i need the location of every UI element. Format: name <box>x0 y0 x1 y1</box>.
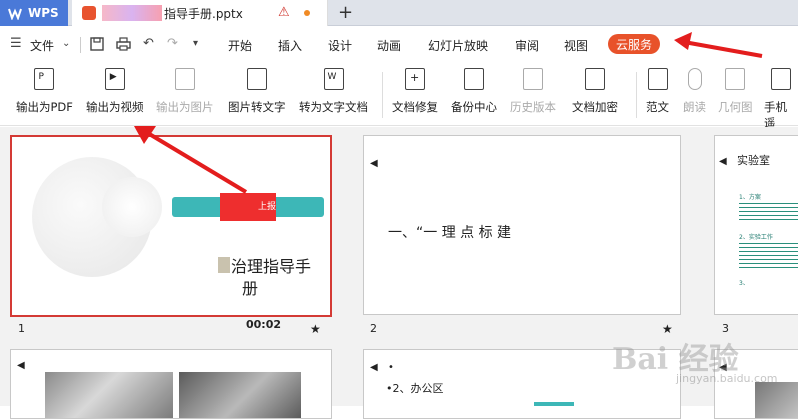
export-pdf-button[interactable]: P 输出为PDF <box>16 68 73 115</box>
print-icon[interactable] <box>116 37 131 51</box>
slide-text-lines <box>739 200 798 222</box>
export-image-label: 输出为图片 <box>156 100 214 114</box>
slide-bullet: • <box>388 362 394 373</box>
image-to-text-label: 图片转文字 <box>228 100 286 114</box>
undo-icon[interactable]: ↶ <box>143 36 154 51</box>
read-aloud-icon <box>687 68 702 90</box>
watermark-url: jingyan.baidu.com <box>676 372 778 385</box>
slide-thumbnail-3[interactable]: ◀ 实验室 1、方案 2、实验工作 3、 <box>714 135 798 315</box>
image-to-text-icon <box>246 68 267 90</box>
redacted-block <box>218 257 230 273</box>
redacted-title-part <box>102 5 162 21</box>
tab-view[interactable]: 视图 <box>564 37 588 54</box>
phone-remote-icon <box>771 68 791 90</box>
slide-photo <box>755 382 798 418</box>
export-image-icon <box>174 68 195 90</box>
doc-repair-button[interactable]: + 文档修复 <box>392 68 438 115</box>
doc-repair-label: 文档修复 <box>392 100 438 114</box>
export-video-icon: ▶ <box>104 68 125 90</box>
wps-label: WPS <box>28 6 59 20</box>
slide-text-lines <box>739 240 798 270</box>
template-button[interactable]: 范文 <box>646 68 669 115</box>
history-version-button[interactable]: 历史版本 <box>510 68 556 115</box>
animation-star-icon: ★ <box>310 322 321 336</box>
slide-duration: 00:02 <box>246 318 282 331</box>
convert-to-word-button[interactable]: W 转为文字文档 <box>299 68 368 115</box>
document-title: 指导手册.pptx <box>164 6 243 21</box>
slide-title: 治理指导手 <box>231 257 312 276</box>
export-video-label: 输出为视频 <box>86 100 144 114</box>
pptx-file-icon <box>82 6 96 20</box>
tab-start[interactable]: 开始 <box>228 37 252 54</box>
convert-to-word-label: 转为文字文档 <box>299 100 368 114</box>
convert-to-word-icon: W <box>323 68 344 90</box>
phone-remote-button[interactable]: 手机遥 <box>764 68 798 131</box>
template-label: 范文 <box>646 100 669 114</box>
doc-encrypt-button[interactable]: 文档加密 <box>572 68 618 115</box>
tab-insert[interactable]: 插入 <box>278 37 302 54</box>
tab-review[interactable]: 审阅 <box>515 37 539 54</box>
slide-photo <box>179 372 301 418</box>
doc-repair-icon: + <box>405 68 425 90</box>
backup-center-label: 备份中心 <box>451 100 497 114</box>
file-menu[interactable]: 文件 <box>30 37 54 54</box>
title-tab-bar: WPS 指导手册.pptx ⚠ + <box>0 0 798 26</box>
banner-text: 上报 <box>258 202 277 212</box>
tab-animation[interactable]: 动画 <box>377 37 401 54</box>
speaker-icon: ◀ <box>17 360 25 371</box>
tab-slideshow[interactable]: 幻灯片放映 <box>428 37 488 54</box>
chevron-down-icon[interactable]: ⌄ <box>62 38 70 49</box>
doc-encrypt-icon <box>585 68 605 90</box>
history-version-icon <box>523 68 543 90</box>
speaker-icon: ◀ <box>719 156 727 167</box>
ribbon-toolbar: P 输出为PDF ▶ 输出为视频 输出为图片 图片转文字 W 转为文字文档 + … <box>0 64 798 130</box>
doc-encrypt-label: 文档加密 <box>572 100 618 114</box>
backup-center-icon <box>464 68 484 90</box>
template-icon <box>647 68 668 90</box>
read-aloud-label: 朗读 <box>683 100 706 114</box>
image-to-text-button[interactable]: 图片转文字 <box>228 68 286 115</box>
export-video-button[interactable]: ▶ 输出为视频 <box>86 68 144 115</box>
menu-bar: ☰ 文件 ⌄ ↶ ↷ ▾ 开始 插入 设计 动画 幻灯片放映 审阅 视图 云服务 <box>0 26 798 64</box>
speaker-icon: ◀ <box>370 158 378 169</box>
slide-heading: 实验室 <box>737 154 770 167</box>
redo-icon[interactable]: ↷ <box>167 36 178 51</box>
unsaved-dot-icon <box>304 10 310 16</box>
export-pdf-icon: P <box>34 68 55 90</box>
slide-bullet: 3、 <box>739 280 749 287</box>
menu-divider <box>80 37 81 53</box>
ribbon-divider <box>636 72 637 118</box>
slide-thumbnail-1[interactable]: 上报 治理指导手 册 <box>10 135 332 317</box>
wps-logo-icon <box>8 8 22 20</box>
slide-thumbnail-2[interactable]: ◀ 一、“一 理 点 标 建 <box>363 135 681 315</box>
history-version-label: 历史版本 <box>510 100 556 114</box>
warning-icon: ⚠ <box>278 5 290 20</box>
geometry-icon <box>725 68 746 90</box>
slide-accent-bar <box>534 402 574 406</box>
read-aloud-button[interactable]: 朗读 <box>683 68 706 115</box>
export-image-button[interactable]: 输出为图片 <box>156 68 214 115</box>
geometry-button[interactable]: 几何图 <box>718 68 753 115</box>
slide-number-2: 2 <box>370 322 377 335</box>
wps-home-tab[interactable]: WPS <box>0 0 68 26</box>
ribbon-divider <box>382 72 383 118</box>
backup-center-button[interactable]: 备份中心 <box>451 68 497 115</box>
tab-design[interactable]: 设计 <box>328 37 352 54</box>
new-tab-button[interactable]: + <box>338 2 353 23</box>
tab-cloud-service[interactable]: 云服务 <box>608 34 660 54</box>
slide-title-line2: 册 <box>242 279 259 298</box>
slide-text: 一、“一 理 点 标 建 <box>388 225 512 241</box>
speaker-icon: ◀ <box>370 362 378 373</box>
save-icon[interactable] <box>90 37 104 51</box>
customize-dropdown-icon[interactable]: ▾ <box>193 38 198 49</box>
slide-bullet: •2、办公区 <box>386 382 444 395</box>
slide-number-1: 1 <box>18 322 25 335</box>
decorative-circle <box>102 177 162 237</box>
export-pdf-label: 输出为PDF <box>16 100 73 114</box>
slide-thumbnail-4[interactable]: ◀ <box>10 349 332 419</box>
hamburger-menu-icon[interactable]: ☰ <box>10 36 22 51</box>
document-tab[interactable]: 指导手册.pptx ⚠ <box>72 0 328 26</box>
slide-photo <box>45 372 173 418</box>
geometry-label: 几何图 <box>718 100 753 114</box>
